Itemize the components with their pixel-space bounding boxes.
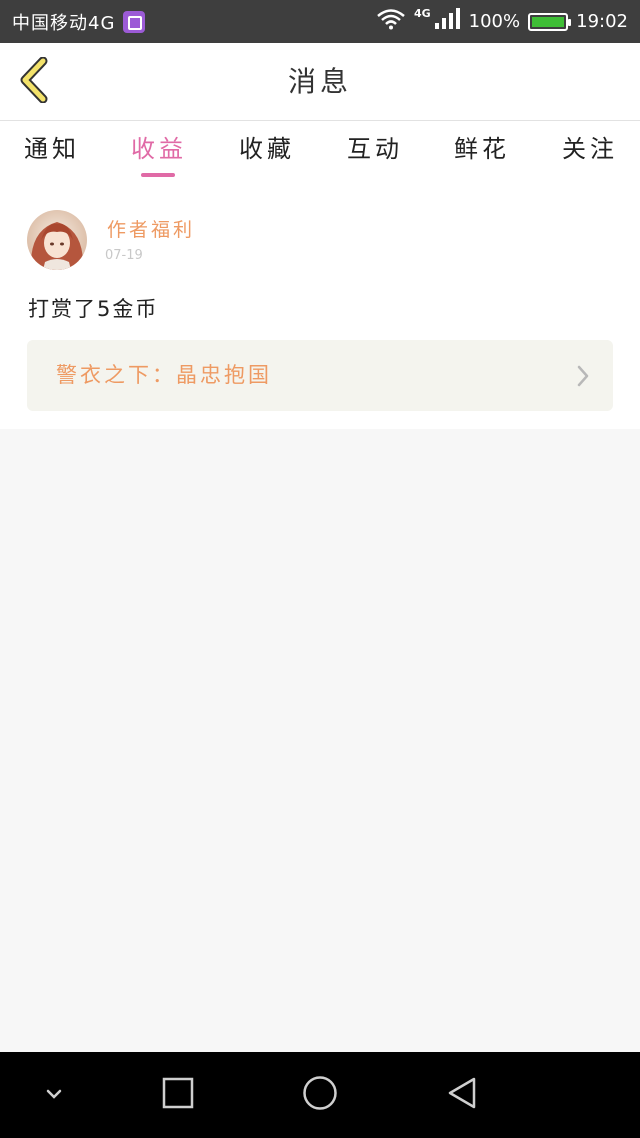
triangle-back-icon xyxy=(446,1076,478,1114)
message-date: 07-19 xyxy=(105,248,143,263)
clock: 19:02 xyxy=(576,11,628,32)
message-card: 作者福利 07-19 打赏了5金币 警衣之下：晶忠抱国 xyxy=(0,183,640,429)
message-text: 打赏了5金币 xyxy=(28,297,159,321)
battery-icon xyxy=(528,12,572,31)
tab-label: 通知 xyxy=(24,135,80,163)
nav-collapse-button[interactable] xyxy=(14,1052,94,1138)
tab-label: 收益 xyxy=(131,135,187,163)
page-title: 消息 xyxy=(287,65,352,98)
tab-interactions[interactable]: 互动 xyxy=(335,121,415,183)
header: 消息 xyxy=(0,43,640,121)
wifi-icon xyxy=(376,8,406,35)
tab-earnings[interactable]: 收益 xyxy=(119,121,199,183)
circle-icon xyxy=(302,1075,338,1115)
work-link-row[interactable]: 警衣之下：晶忠抱国 xyxy=(27,340,613,411)
nav-back-button[interactable] xyxy=(422,1052,502,1138)
status-bar-right: 4G 100% 19:02 xyxy=(376,0,628,43)
tab-label: 互动 xyxy=(347,135,403,163)
tab-label: 收藏 xyxy=(239,135,295,163)
carrier-label: 中国移动4G xyxy=(12,12,116,34)
battery-level xyxy=(532,16,565,27)
tab-following[interactable]: 关注 xyxy=(550,121,630,183)
status-bar: 中国移动4G 4G 100% 19:02 xyxy=(0,0,640,43)
active-tab-indicator xyxy=(141,173,175,177)
square-icon xyxy=(162,1077,194,1113)
chevron-down-icon xyxy=(44,1086,64,1105)
avatar[interactable] xyxy=(27,210,87,270)
tab-bar: 通知 收益 收藏 互动 鲜花 关注 xyxy=(0,121,640,183)
status-bar-left: 中国移动4G xyxy=(12,0,146,43)
network-type-label: 4G xyxy=(413,7,431,20)
tab-flowers[interactable]: 鲜花 xyxy=(442,121,522,183)
work-title: 警衣之下：晶忠抱国 xyxy=(56,363,272,387)
gallery-notification-icon xyxy=(123,10,146,33)
tab-notifications[interactable]: 通知 xyxy=(12,121,92,183)
chevron-right-icon xyxy=(575,364,591,388)
battery-percent: 100% xyxy=(468,11,521,32)
system-nav-bar xyxy=(0,1052,640,1138)
signal-icon xyxy=(434,8,461,35)
tab-label: 关注 xyxy=(562,135,618,163)
tab-label: 鲜花 xyxy=(454,135,510,163)
tab-favorites[interactable]: 收藏 xyxy=(227,121,307,183)
sender-name: 作者福利 xyxy=(107,219,196,241)
nav-recents-button[interactable] xyxy=(138,1052,218,1138)
nav-home-button[interactable] xyxy=(280,1052,360,1138)
